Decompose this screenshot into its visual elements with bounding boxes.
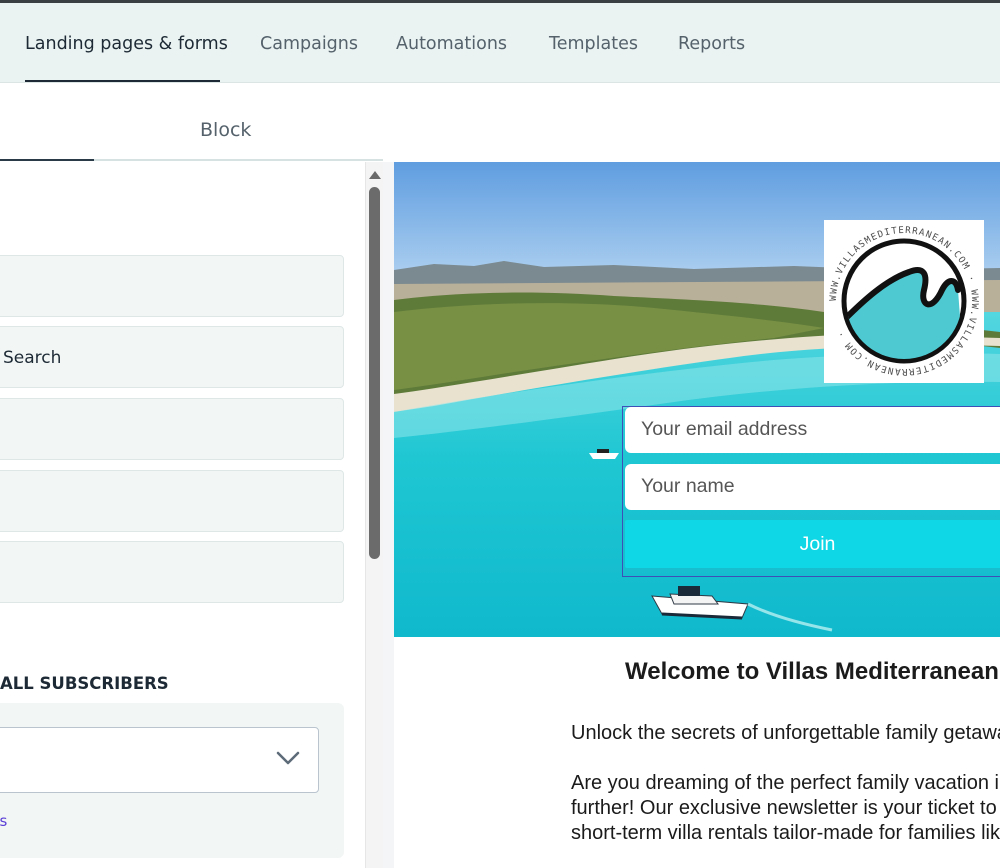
active-subtab-indicator — [0, 159, 94, 161]
tab-templates[interactable]: Templates — [549, 34, 638, 54]
scroll-up-arrow-icon[interactable] — [369, 171, 381, 179]
editor-subtabs: Block — [0, 84, 383, 161]
tab-automations[interactable]: Automations — [396, 34, 507, 54]
tab-reports[interactable]: Reports — [678, 34, 745, 54]
body-paragraph-line-3: short-term villa rentals tailor-made for… — [571, 822, 1000, 844]
hero-image: WWW.VILLASMEDITERRANEAN.COM · WWW.VILLAS… — [394, 162, 1000, 637]
subscriber-group-card: gs — [0, 703, 344, 858]
tab-campaigns[interactable]: Campaigns — [260, 34, 358, 54]
field-label: Search — [3, 348, 62, 368]
name-field[interactable]: Your name — [625, 464, 1000, 510]
body-paragraph-line-2: further! Our exclusive newsletter is you… — [571, 797, 997, 819]
newsletter-content: Welcome to Villas Mediterranean Unlock t… — [394, 637, 1000, 868]
subtab-divider — [94, 159, 383, 161]
settings-field-1[interactable] — [0, 255, 344, 317]
settings-field-5[interactable] — [0, 541, 344, 603]
tab-block[interactable]: Block — [200, 119, 251, 141]
section-title: ALL SUBSCRIBERS — [0, 674, 169, 693]
email-field[interactable]: Your email address — [625, 407, 1000, 453]
active-tab-indicator — [25, 80, 220, 82]
settings-panel: Search ALL SUBSCRIBERS gs — [0, 162, 383, 868]
villas-mediterranean-logo: WWW.VILLASMEDITERRANEAN.COM · WWW.VILLAS… — [824, 220, 984, 383]
landing-page-preview: WWW.VILLASMEDITERRANEAN.COM · WWW.VILLAS… — [394, 162, 1000, 868]
top-navigation: Landing pages & forms Campaigns Automati… — [0, 3, 1000, 83]
tab-landing-pages-forms[interactable]: Landing pages & forms — [25, 34, 228, 54]
chevron-down-icon — [276, 751, 300, 765]
settings-field-search[interactable]: Search — [0, 326, 344, 388]
join-button[interactable]: Join — [625, 520, 1000, 568]
manage-groups-link[interactable]: gs — [0, 812, 7, 830]
body-paragraph-line-1: Are you dreaming of the perfect family v… — [571, 772, 1000, 794]
signup-form: Your email address Your name Join — [622, 406, 1000, 577]
panel-scrollbar[interactable] — [365, 162, 383, 868]
scrollbar-thumb[interactable] — [369, 187, 380, 559]
settings-field-4[interactable] — [0, 470, 344, 532]
welcome-heading: Welcome to Villas Mediterranean — [625, 658, 999, 685]
group-select[interactable] — [0, 727, 319, 793]
settings-field-3[interactable] — [0, 398, 344, 460]
intro-paragraph: Unlock the secrets of unforgettable fami… — [571, 722, 1000, 744]
